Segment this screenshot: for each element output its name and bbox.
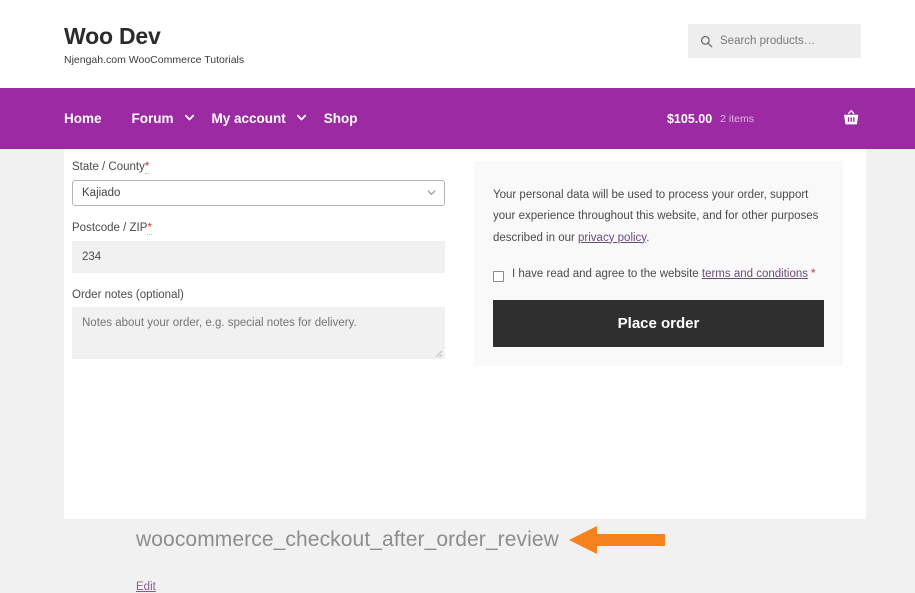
- nav-item-home[interactable]: Home: [64, 111, 102, 126]
- postcode-input[interactable]: 234: [72, 240, 445, 273]
- nav-item-shop[interactable]: Shop: [324, 111, 358, 126]
- chevron-down-icon: [427, 190, 436, 196]
- cart-item-count: 2 items: [720, 112, 754, 125]
- nav-list: Home Forum My account Shop: [64, 111, 388, 126]
- required-asterisk: *: [147, 221, 152, 235]
- hook-name-text: woocommerce_checkout_after_order_review: [136, 528, 559, 551]
- site-header: Woo Dev Njengah.com WooCommerce Tutorial…: [0, 0, 915, 88]
- nav-label-forum: Forum: [131, 111, 174, 126]
- order-notes-placeholder: Notes about your order, e.g. special not…: [82, 317, 357, 330]
- chevron-down-icon: [184, 114, 194, 121]
- nav-label-shop: Shop: [323, 111, 358, 126]
- cart-summary[interactable]: $105.00 2 items: [667, 88, 861, 149]
- state-county-select[interactable]: Kajiado: [72, 179, 445, 206]
- terms-text-prefix: I have read and agree to the website: [512, 267, 702, 280]
- postcode-label-text: Postcode / ZIP: [72, 221, 148, 234]
- chevron-down-icon: [296, 114, 306, 121]
- postcode-value: 234: [82, 250, 102, 263]
- order-notes-label: Order notes (optional): [72, 288, 184, 301]
- state-county-value: Kajiado: [82, 186, 121, 199]
- place-order-button[interactable]: Place order: [493, 299, 824, 347]
- privacy-policy-text: Your personal data will be used to proce…: [493, 185, 824, 249]
- checkout-page-panel: State / County* Kajiado Postcode / ZIP* …: [64, 149, 866, 593]
- site-tagline: Njengah.com WooCommerce Tutorials: [64, 54, 245, 67]
- privacy-text-suffix: .: [646, 231, 650, 244]
- checkout-columns: State / County* Kajiado Postcode / ZIP* …: [64, 149, 866, 375]
- privacy-text-prefix: Your personal data will be used to proce…: [493, 189, 819, 244]
- order-review-column: Your personal data will be used to proce…: [474, 161, 843, 375]
- resize-handle-icon[interactable]: [433, 348, 443, 358]
- terms-label: I have read and agree to the website ter…: [512, 268, 816, 280]
- nav-label-my-account: My account: [211, 111, 286, 126]
- hook-annotation-row: woocommerce_checkout_after_order_review: [136, 521, 667, 559]
- postcode-label: Postcode / ZIP*: [72, 221, 462, 236]
- primary-navigation: Home Forum My account Shop $105.00 2 ite…: [0, 88, 915, 149]
- search-input[interactable]: [720, 35, 855, 47]
- state-county-label-text: State / County: [72, 161, 145, 173]
- site-title[interactable]: Woo Dev: [64, 23, 244, 49]
- nav-label-home: Home: [64, 111, 102, 126]
- field-order-notes: Order notes (optional) Notes about your …: [72, 289, 462, 360]
- terms-and-conditions-link[interactable]: terms and conditions: [702, 268, 808, 280]
- terms-checkbox[interactable]: [493, 270, 504, 282]
- shopping-basket-icon[interactable]: [842, 109, 861, 128]
- field-postcode-zip: Postcode / ZIP* 234: [72, 221, 462, 273]
- field-state-county: State / County* Kajiado: [72, 161, 462, 206]
- billing-form-column: State / County* Kajiado Postcode / ZIP* …: [72, 161, 462, 375]
- terms-acceptance-row[interactable]: I have read and agree to the website ter…: [493, 268, 824, 282]
- order-review-box: Your personal data will be used to proce…: [474, 161, 843, 366]
- site-branding[interactable]: Woo Dev Njengah.com WooCommerce Tutorial…: [64, 23, 245, 67]
- product-search-box[interactable]: [688, 24, 861, 58]
- edit-link[interactable]: Edit: [136, 581, 156, 593]
- state-county-label: State / County*: [72, 161, 462, 175]
- terms-required-asterisk: *: [811, 267, 816, 280]
- search-icon: [700, 35, 713, 47]
- nav-item-forum[interactable]: Forum: [132, 111, 194, 126]
- cart-total: $105.00: [666, 111, 713, 126]
- nav-item-my-account[interactable]: My account: [212, 111, 306, 126]
- left-pointing-arrow-icon: [568, 526, 665, 554]
- required-asterisk: *: [144, 161, 150, 174]
- order-notes-textarea[interactable]: Notes about your order, e.g. special not…: [72, 307, 445, 360]
- privacy-policy-link[interactable]: privacy policy: [578, 232, 646, 244]
